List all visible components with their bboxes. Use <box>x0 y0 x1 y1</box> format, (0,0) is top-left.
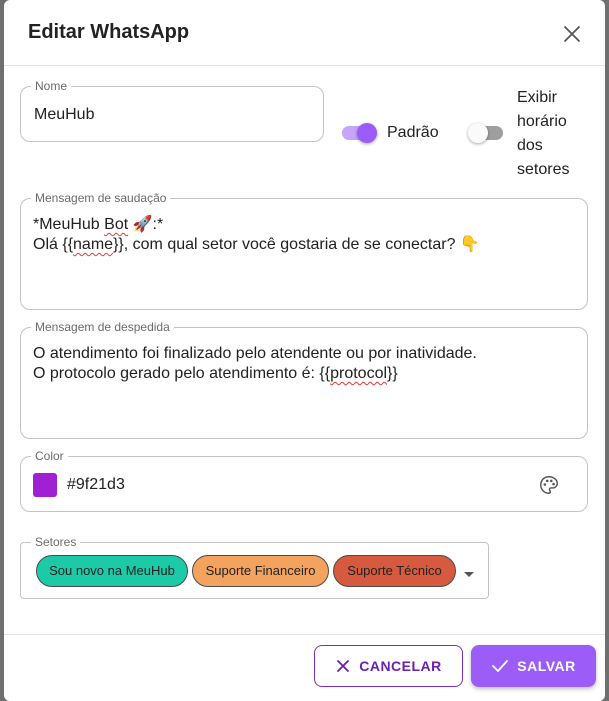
farewell-line-1: O atendimento foi finalizado pelo atende… <box>33 345 477 362</box>
greeting-misspelled-word: name <box>73 236 114 253</box>
save-button-label: SALVAR <box>517 658 576 674</box>
show-hours-label-line: Exibir <box>517 89 558 106</box>
greeting-line-2: Olá {{name}}, com qual setor você gostar… <box>33 235 583 255</box>
cancel-button-label: CANCELAR <box>359 658 442 674</box>
greeting-misspelled-word: Bot <box>104 216 129 233</box>
name-legend: Nome <box>31 79 72 93</box>
dialog-footer: CANCELAR SALVAR <box>4 634 605 701</box>
greeting-line-1: *MeuHub Bot 🚀:* <box>33 215 583 235</box>
greeting-legend: Mensagem de saudação <box>31 191 171 205</box>
show-hours-label-line: dos <box>517 137 543 154</box>
name-field[interactable]: Nome MeuHub <box>20 79 324 142</box>
dialog-header: Editar WhatsApp <box>4 0 605 66</box>
sector-chip-new[interactable]: Sou novo na MeuHub <box>36 555 188 587</box>
color-swatch[interactable] <box>33 473 57 497</box>
close-icon <box>337 660 350 672</box>
dialog-title: Editar WhatsApp <box>28 21 190 43</box>
sector-chip-tech[interactable]: Suporte Técnico <box>333 555 456 587</box>
color-picker-button[interactable] <box>538 474 560 496</box>
default-switch[interactable] <box>341 122 377 144</box>
show-hours-label-line: setores <box>517 161 570 178</box>
farewell-text: O protocolo gerado pelo atendimento é: {… <box>33 365 331 382</box>
sector-chip-finance[interactable]: Suporte Financeiro <box>192 555 329 587</box>
farewell-legend: Mensagem de despedida <box>31 320 174 334</box>
sectors-dropdown-toggle[interactable] <box>461 567 477 577</box>
save-button[interactable]: SALVAR <box>471 645 596 687</box>
color-legend: Color <box>31 449 68 463</box>
close-button[interactable] <box>558 20 586 48</box>
show-hours-label: Exibir horário dos setores <box>517 86 569 182</box>
palette-icon <box>540 476 558 494</box>
farewell-line-2: O protocolo gerado pelo atendimento é: {… <box>33 364 583 384</box>
sectors-field[interactable]: Setores Sou novo na MeuHub Suporte Finan… <box>20 535 489 599</box>
close-icon <box>564 26 580 42</box>
default-switch-label: Padrão <box>387 124 439 141</box>
greeting-text: *MeuHub <box>33 216 105 233</box>
show-hours-switch[interactable] <box>468 122 504 144</box>
edit-whatsapp-dialog: Editar WhatsApp Nome MeuHub Padrão Exibi… <box>4 0 605 701</box>
caret-down-icon <box>464 572 474 577</box>
greeting-message-field[interactable]: Mensagem de saudação *MeuHub Bot 🚀:* Olá… <box>20 191 588 310</box>
show-hours-switch-thumb <box>468 123 488 143</box>
greeting-text: Olá {{ <box>33 236 74 253</box>
greeting-text: }}, com qual setor você gostaria de se c… <box>113 236 480 253</box>
color-field[interactable]: Color #9f21d3 <box>20 449 588 512</box>
greeting-text: 🚀:* <box>128 216 164 233</box>
farewell-textarea[interactable]: O atendimento foi finalizado pelo atende… <box>33 344 583 384</box>
show-hours-label-line: horário <box>517 113 567 130</box>
color-input-value[interactable]: #9f21d3 <box>67 475 125 495</box>
default-switch-thumb <box>357 123 377 143</box>
farewell-misspelled-word: protocol <box>330 365 388 382</box>
greeting-textarea[interactable]: *MeuHub Bot 🚀:* Olá {{name}}, com qual s… <box>33 215 583 255</box>
sectors-legend: Setores <box>31 535 81 549</box>
check-icon <box>492 660 509 672</box>
cancel-button[interactable]: CANCELAR <box>314 645 463 687</box>
name-input-value[interactable]: MeuHub <box>34 105 94 125</box>
farewell-message-field[interactable]: Mensagem de despedida O atendimento foi … <box>20 320 588 439</box>
farewell-text: }} <box>387 365 398 382</box>
